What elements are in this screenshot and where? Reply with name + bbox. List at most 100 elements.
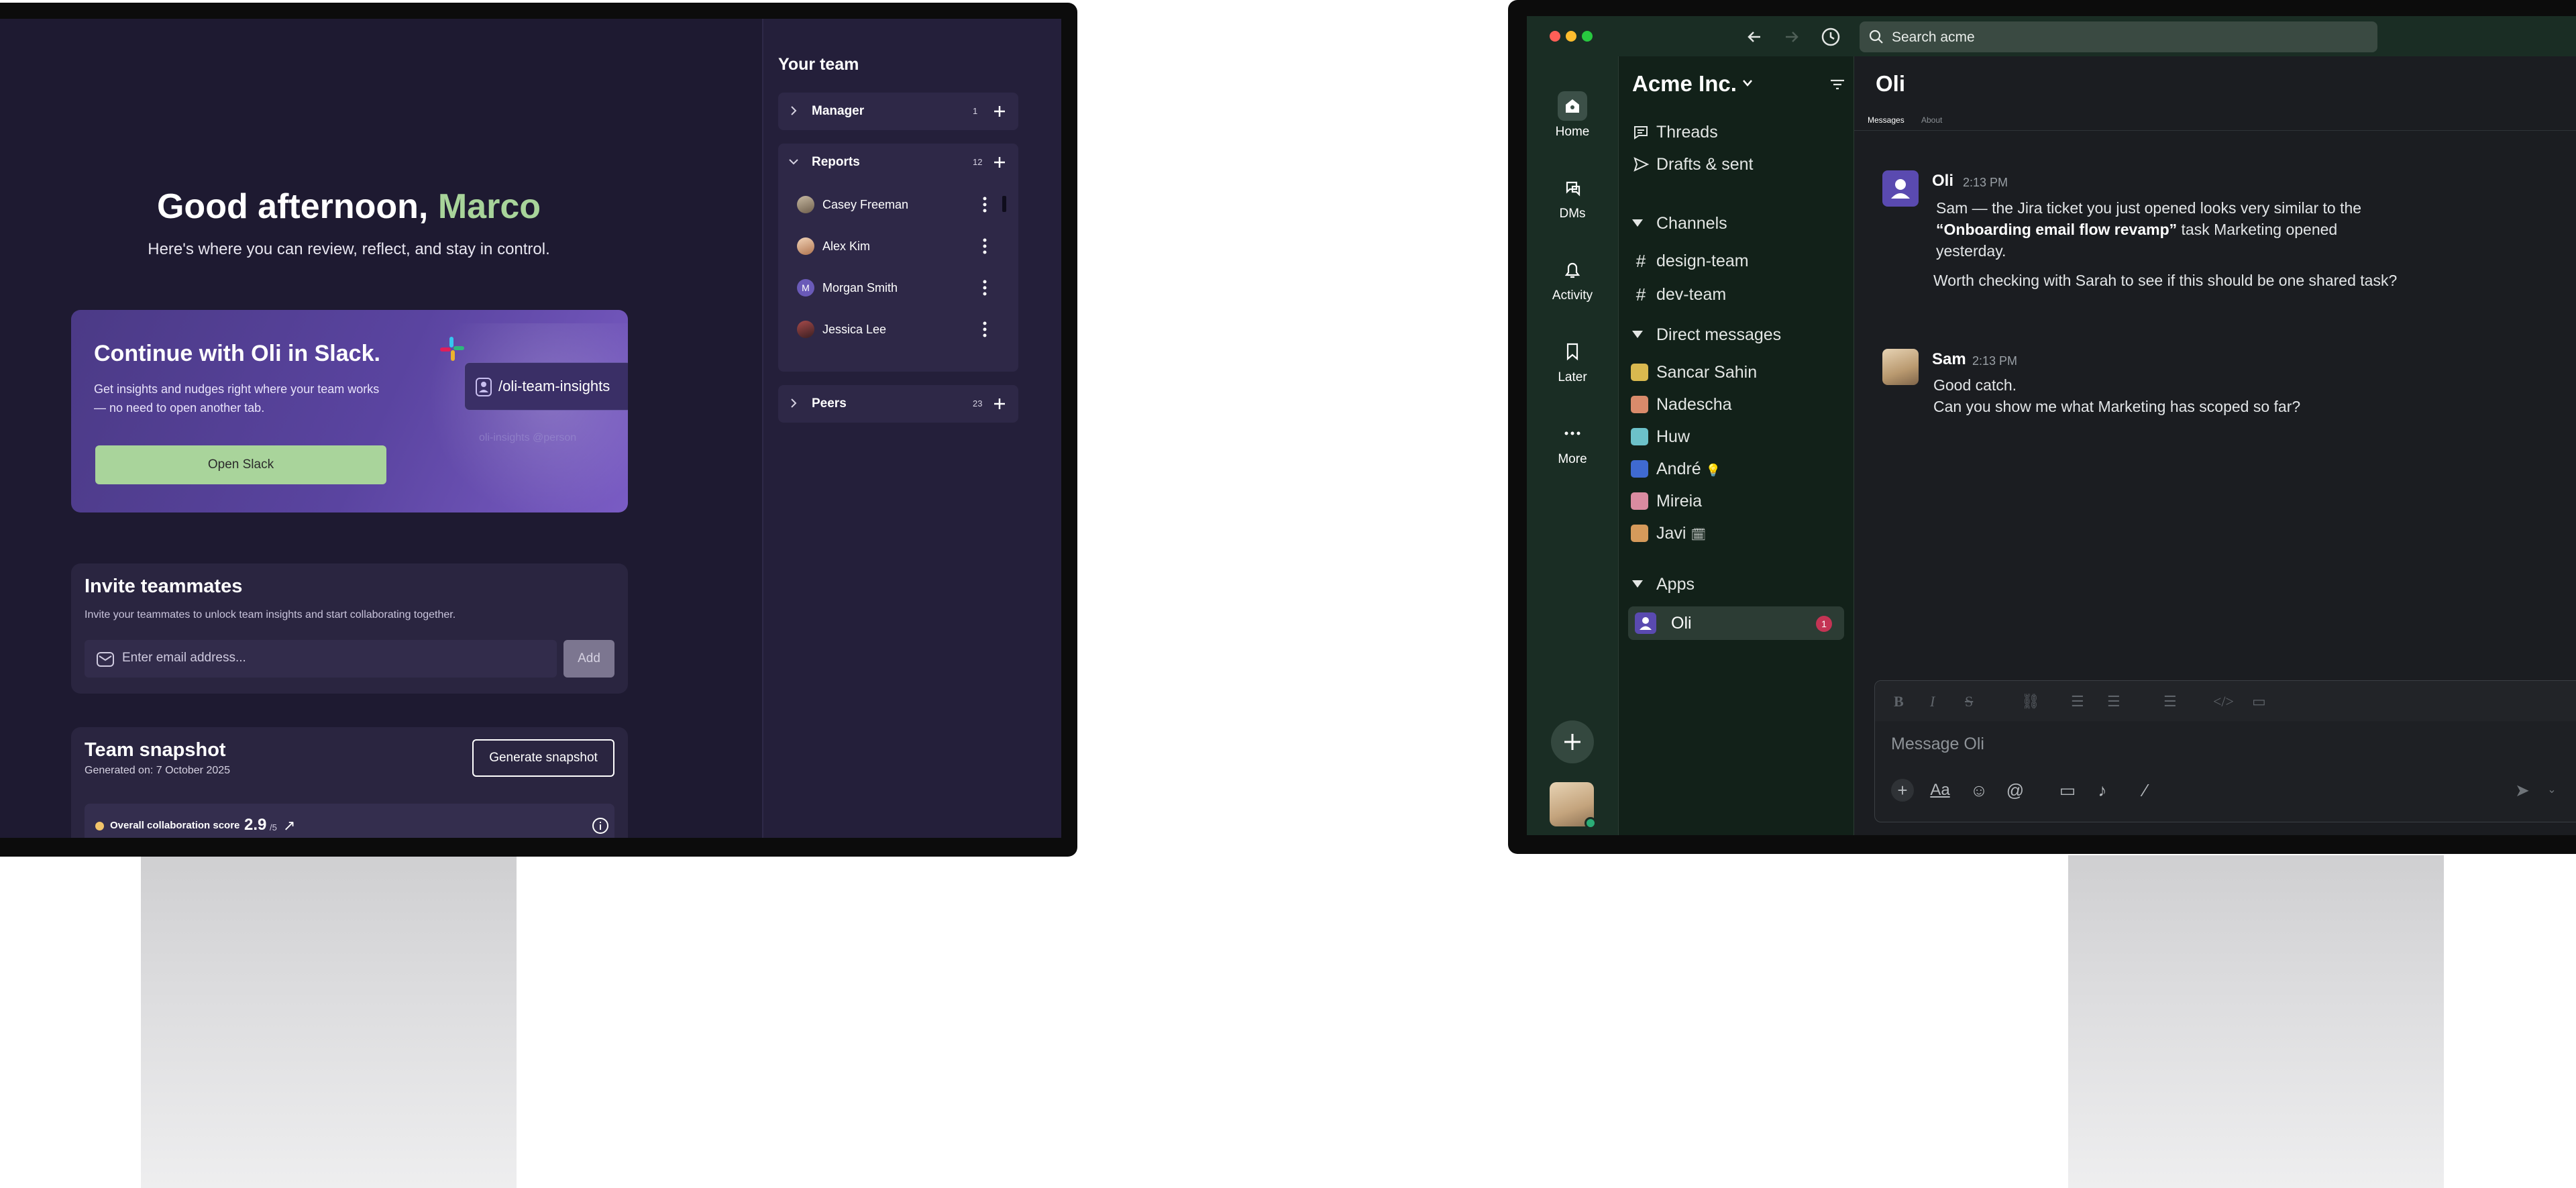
user-avatar[interactable] [1550,782,1597,829]
slack-logo-icon [440,337,464,361]
group-header[interactable]: Peers 23 [778,385,1018,423]
channel-item[interactable]: # design-team [1619,246,1855,275]
plus-icon[interactable] [991,103,1008,119]
oli-web-app: Good afternoon, Marco Here's where you c… [0,19,1061,838]
more-vertical-icon[interactable] [979,279,990,296]
message-timestamp[interactable]: 2:13 PM [1972,354,2017,368]
avatar [1631,525,1648,542]
minimize-window-button[interactable] [1566,31,1576,42]
dm-item[interactable]: Sancar Sahin [1619,357,1855,386]
search-input[interactable]: Search acme [1860,21,2377,52]
section-apps[interactable]: Apps [1619,569,1855,598]
team-member-row[interactable]: Casey Freeman [790,188,1012,221]
section-label: Channels [1656,214,1727,233]
group-header[interactable]: Manager 1 [778,93,1018,130]
tab-messages[interactable]: Messages [1868,115,1904,125]
email-placeholder: Enter email address... [122,651,246,665]
app-item-oli[interactable]: Oli 1 [1628,606,1844,640]
more-vertical-icon[interactable] [979,321,990,338]
slash-command-icon[interactable]: ⁄ [2134,779,2157,802]
close-window-button[interactable] [1550,31,1560,42]
sidebar-item-threads[interactable]: Threads [1619,117,1855,146]
monitor-stand-left [141,855,517,1188]
send-icon[interactable]: ➤ [2511,779,2534,802]
plus-icon[interactable]: + [1891,779,1914,802]
video-icon[interactable]: ▭ [2056,779,2079,802]
tab-about[interactable]: About [1921,115,1942,125]
threads-icon [1634,126,1648,140]
maximize-window-button[interactable] [1582,31,1593,42]
rail-dms[interactable]: DMs [1527,173,1618,240]
rail-later[interactable]: Later [1527,337,1618,404]
sidebar-item-drafts[interactable]: Drafts & sent [1619,149,1855,178]
chevron-down-icon[interactable] [1741,78,1754,89]
unread-badge: 1 [1816,616,1832,632]
open-slack-button[interactable]: Open Slack [95,445,386,484]
composer-placeholder: Message Oli [1891,735,1984,753]
code-block-icon[interactable]: ▭ [2252,693,2266,710]
more-vertical-icon[interactable] [979,237,990,255]
rail-home[interactable]: Home [1527,91,1618,158]
score-value: 2.9 [244,816,267,834]
history-icon[interactable] [1821,27,1841,47]
team-member-row[interactable]: M Morgan Smith [790,271,1012,305]
message-timestamp[interactable]: 2:13 PM [1963,176,2008,190]
italic-icon[interactable]: I [1930,693,1935,710]
microphone-icon[interactable]: ♪ [2091,779,2114,802]
filter-icon[interactable] [1828,76,1847,93]
group-count: 1 [973,106,978,116]
email-field[interactable]: Enter email address... [85,640,557,678]
team-group-peers[interactable]: Peers 23 [778,385,1018,423]
info-icon[interactable] [592,817,609,834]
chevron-down-icon[interactable]: ⌄ [2540,779,2563,802]
text-format-icon[interactable]: Aa [1929,779,1951,802]
plus-icon[interactable] [991,154,1008,170]
avatar [1631,364,1648,381]
section-channels[interactable]: Channels [1619,208,1855,237]
channel-item[interactable]: # dev-team [1619,279,1855,309]
create-new-button[interactable] [1551,720,1594,763]
mention-icon[interactable]: @ [2004,779,2027,802]
dm-name: Huw [1656,427,1690,446]
avatar [1631,396,1648,413]
message-item[interactable]: Oli 2:13 PM Sam — the Jira ticket you ju… [1882,170,2419,331]
team-group-manager[interactable]: Manager 1 [778,93,1018,130]
code-icon[interactable]: </> [2213,693,2234,710]
team-member-row[interactable]: Jessica Lee [790,313,1012,346]
message-composer[interactable]: B I S ⛓ ☰ ☰ ☰ </> ▭ Message Oli + Aa ☺ @ [1874,680,2576,822]
generate-snapshot-button[interactable]: Generate snapshot [472,739,614,777]
blockquote-icon[interactable]: ☰ [2163,693,2177,710]
dm-item[interactable]: André 💡 [1619,453,1855,483]
back-arrow-icon[interactable] [1744,27,1764,47]
dm-item[interactable]: Mireia [1619,486,1855,515]
greeting-name: Marco [437,187,541,226]
strikethrough-icon[interactable]: S [1965,693,1973,710]
add-teammate-button[interactable]: Add [564,640,614,678]
section-label: Direct messages [1656,325,1782,344]
dm-item[interactable]: Nadescha [1619,389,1855,419]
conversation-title[interactable]: Oli [1876,71,1905,97]
oli-avatar [1882,170,1919,207]
ordered-list-icon[interactable]: ☰ [2071,693,2084,710]
rail-more[interactable]: More [1527,419,1618,486]
emoji-icon[interactable]: ☺ [1968,779,1990,802]
rail-activity[interactable]: Activity [1527,255,1618,322]
message-item[interactable]: Sam 2:13 PM Good catch. Can you show me … [1882,349,2419,423]
caret-down-icon [1632,219,1643,227]
dm-item[interactable]: Huw [1619,421,1855,451]
plus-icon[interactable] [991,396,1008,412]
dm-item[interactable]: Javi 🗓 [1619,518,1855,547]
collaboration-score-row[interactable]: Overall collaboration score 2.9 /5 ↗ [85,804,614,838]
team-member-row[interactable]: Alex Kim [790,229,1012,263]
workspace-name[interactable]: Acme Inc. [1632,71,1737,97]
group-header[interactable]: Reports 12 [778,144,1018,181]
bold-icon[interactable]: B [1894,693,1904,710]
forward-arrow-icon[interactable] [1782,27,1802,47]
link-icon[interactable]: ⛓ [2021,693,2040,710]
avatar [1631,428,1648,445]
section-direct-messages[interactable]: Direct messages [1619,319,1855,349]
message-author[interactable]: Oli [1932,172,1953,191]
message-author[interactable]: Sam [1932,350,1966,369]
more-vertical-icon[interactable] [979,196,990,213]
bullet-list-icon[interactable]: ☰ [2107,693,2121,710]
